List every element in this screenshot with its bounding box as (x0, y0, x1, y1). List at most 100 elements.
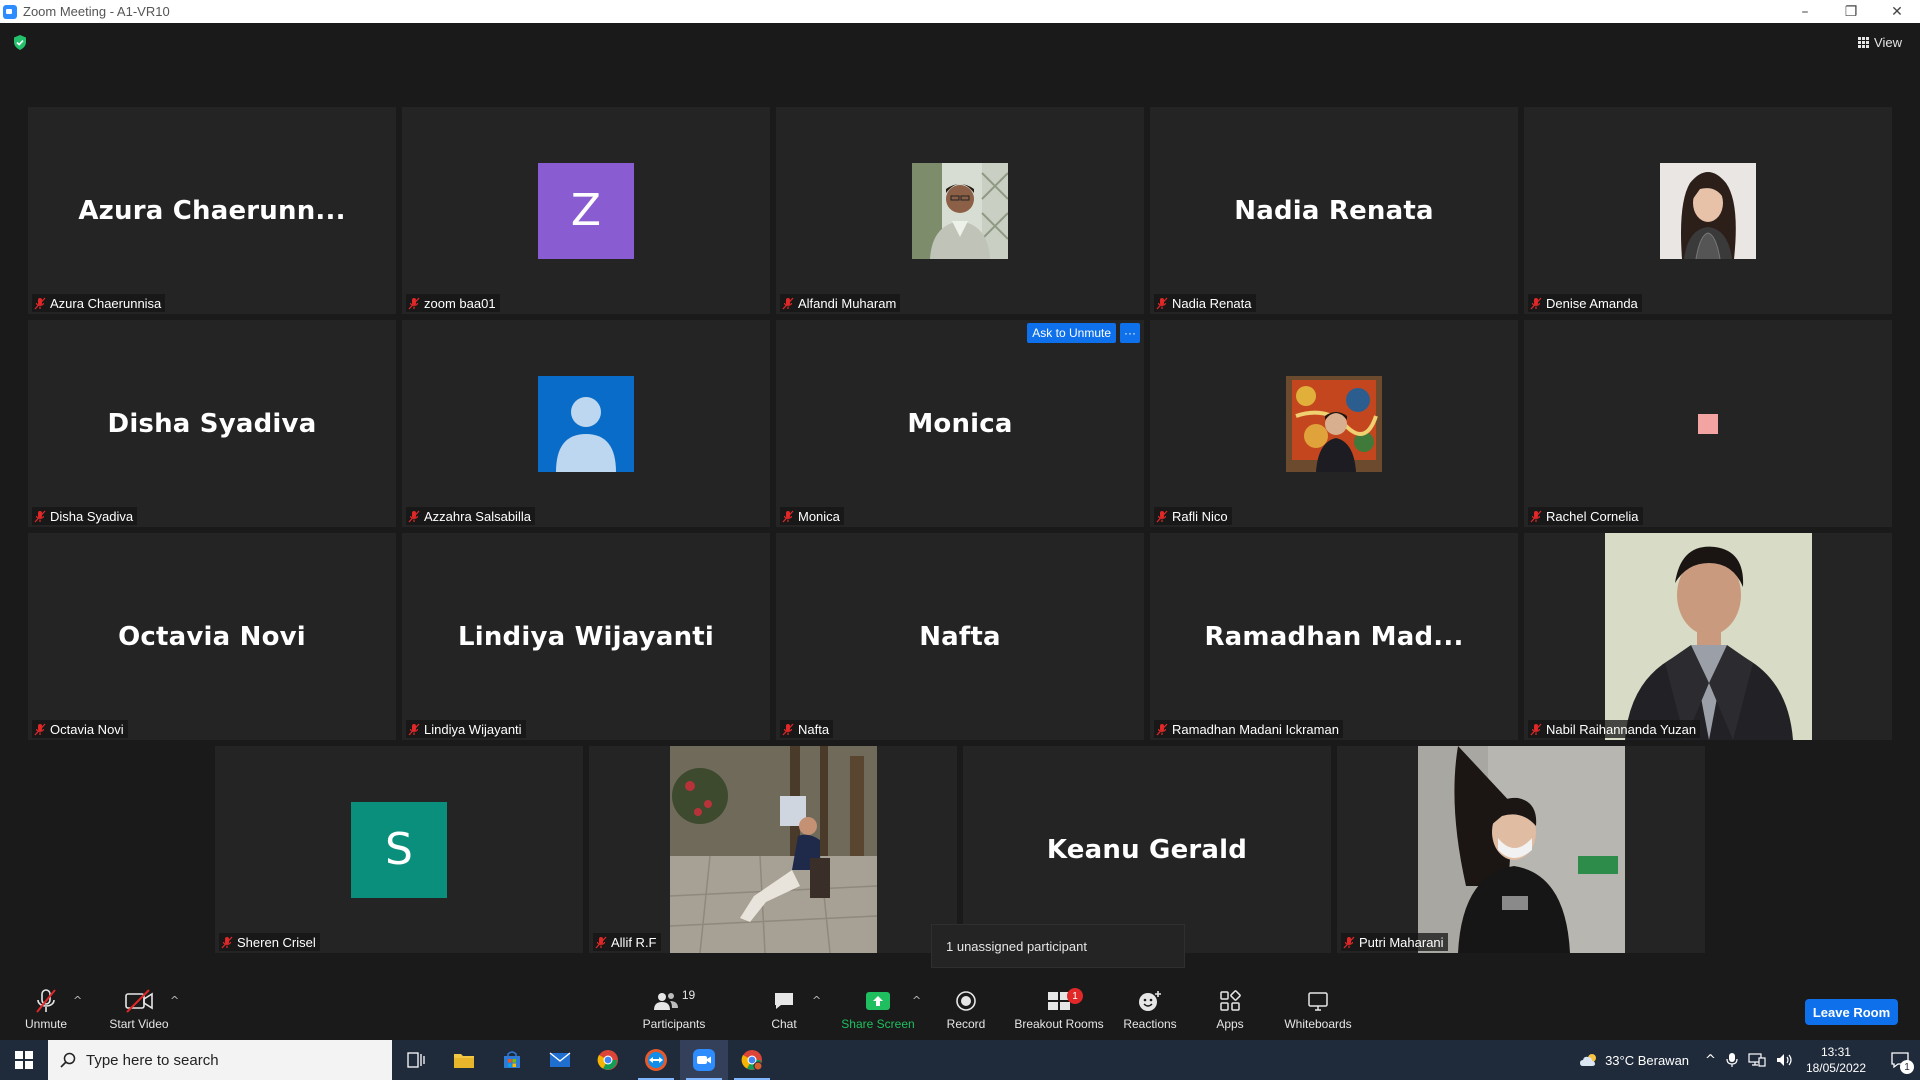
participant-label: Lindiya Wijayanti (406, 720, 526, 738)
participant-label: Azzahra Salsabilla (406, 507, 535, 525)
participant-display-name: Monica (907, 408, 1013, 439)
whiteboards-button[interactable]: Whiteboards (1282, 980, 1354, 1040)
mic-muted-icon (408, 510, 420, 522)
video-tile[interactable]: Monica Ask to Unmute ··· Monica (776, 320, 1144, 527)
video-tile[interactable]: Nafta Nafta (776, 533, 1144, 740)
participant-label: Sheren Crisel (219, 933, 320, 951)
clock-time: 13:31 (1820, 1045, 1851, 1059)
clock-date: 18/05/2022 (1805, 1061, 1866, 1075)
reactions-button[interactable]: Reactions (1118, 980, 1182, 1040)
participant-name: Nabil Raihannanda Yuzan (1546, 721, 1697, 737)
mic-muted-icon (595, 936, 607, 948)
close-button[interactable]: ✕ (1874, 0, 1920, 23)
participant-display-name: Lindiya Wijayanti (457, 621, 715, 652)
window-title: Zoom Meeting - A1-VR10 (23, 4, 170, 19)
more-options-button[interactable]: ··· (1120, 323, 1140, 343)
participant-label: Ramadhan Madani Ickraman (1154, 720, 1343, 738)
restore-button[interactable]: ❐ (1828, 0, 1874, 23)
start-video-button[interactable]: Start Video (104, 980, 174, 1040)
minimize-button[interactable]: – (1782, 0, 1828, 23)
unmute-button[interactable]: Unmute (20, 980, 72, 1040)
breakout-rooms-icon: 1 (1047, 988, 1083, 1014)
video-tile[interactable]: Rachel Cornelia (1524, 320, 1892, 527)
network-icon[interactable] (1748, 1053, 1766, 1067)
video-tile[interactable]: Z zoom baa01 (402, 107, 770, 314)
microphone-icon[interactable] (1726, 1052, 1738, 1068)
video-tile[interactable]: Keanu Gerald (963, 746, 1331, 953)
participant-name: Denise Amanda (1546, 295, 1638, 311)
mail-icon[interactable] (536, 1040, 584, 1080)
video-tile[interactable]: Alfandi Muharam (776, 107, 1144, 314)
windows-start-button[interactable] (0, 1040, 48, 1080)
profile-photo (1286, 375, 1382, 472)
video-tile[interactable]: Nabil Raihannanda Yuzan (1524, 533, 1892, 740)
microsoft-store-icon[interactable] (488, 1040, 536, 1080)
file-explorer-icon[interactable] (440, 1040, 488, 1080)
video-tile[interactable]: Allif R.F (589, 746, 957, 953)
participants-button[interactable]: 19 Participants (636, 980, 712, 1040)
weather-cloud-icon[interactable] (1579, 1052, 1599, 1068)
participant-display-name: Octavia Novi (118, 621, 306, 652)
leave-room-button[interactable]: Leave Room (1805, 999, 1898, 1025)
security-shield-icon[interactable] (13, 35, 27, 50)
video-tile[interactable]: Rafli Nico (1150, 320, 1518, 527)
record-button[interactable]: Record (940, 980, 992, 1040)
teamviewer-icon[interactable] (632, 1040, 680, 1080)
participant-video (1605, 533, 1812, 740)
avatar: S (351, 801, 447, 898)
breakout-rooms-button[interactable]: 1 Breakout Rooms (1014, 980, 1104, 1040)
share-screen-button[interactable]: Share Screen (838, 980, 918, 1040)
participant-label: Putri Maharani (1341, 933, 1448, 951)
video-off-icon (124, 988, 154, 1014)
avatar (1698, 413, 1718, 434)
video-options-caret[interactable]: ^ (170, 994, 179, 1007)
participant-name: Sheren Crisel (237, 934, 316, 950)
volume-icon[interactable] (1776, 1053, 1794, 1067)
video-tile[interactable]: Lindiya Wijayanti Lindiya Wijayanti (402, 533, 770, 740)
profile-photo (912, 162, 1008, 259)
weather-text[interactable]: 33°C Berawan (1605, 1053, 1689, 1068)
video-tile[interactable]: Ramadhan Mad... Ramadhan Madani Ickraman (1150, 533, 1518, 740)
taskbar-clock[interactable]: 13:31 18/05/2022 (1806, 1044, 1866, 1076)
chrome-profile-icon[interactable] (728, 1040, 776, 1080)
video-tile[interactable]: Putri Maharani (1337, 746, 1705, 953)
audio-options-caret[interactable]: ^ (73, 994, 82, 1007)
participant-label: Nafta (780, 720, 834, 738)
chat-options-caret[interactable]: ^ (812, 994, 821, 1007)
share-screen-label: Share Screen (841, 1017, 915, 1031)
record-icon (955, 988, 977, 1014)
video-tile[interactable]: Octavia Novi Octavia Novi (28, 533, 396, 740)
video-tile[interactable]: S Sheren Crisel (215, 746, 583, 953)
default-avatar-icon (538, 375, 634, 472)
apps-button[interactable]: Apps (1210, 980, 1250, 1040)
share-options-caret[interactable]: ^ (912, 994, 921, 1007)
view-button[interactable]: View (1858, 35, 1902, 50)
video-tile[interactable]: Disha Syadiva Disha Syadiva (28, 320, 396, 527)
zoom-taskbar-icon[interactable] (680, 1040, 728, 1080)
notification-badge: 1 (1900, 1060, 1914, 1074)
participant-label: Nabil Raihannanda Yuzan (1528, 720, 1701, 738)
participant-label: Disha Syadiva (32, 507, 138, 525)
mic-muted-icon (782, 510, 794, 522)
notification-center-button[interactable]: 1 (1880, 1040, 1920, 1080)
apps-icon (1219, 988, 1241, 1014)
chrome-icon[interactable] (584, 1040, 632, 1080)
mic-muted-icon (1156, 723, 1168, 735)
video-tile[interactable]: Azura Chaerunn... Azura Chaerunnisa (28, 107, 396, 314)
unassigned-participant-tooltip[interactable]: 1 unassigned participant (931, 924, 1185, 968)
mic-muted-icon (1156, 297, 1168, 309)
video-tile[interactable]: Nadia Renata Nadia Renata (1150, 107, 1518, 314)
participant-name: Lindiya Wijayanti (424, 721, 522, 737)
windows-logo-icon (15, 1051, 33, 1069)
chat-button[interactable]: Chat (764, 980, 804, 1040)
video-tile[interactable]: Denise Amanda (1524, 107, 1892, 314)
ask-to-unmute-button[interactable]: Ask to Unmute (1027, 323, 1116, 343)
record-label: Record (946, 1017, 986, 1031)
task-view-icon[interactable] (392, 1040, 440, 1080)
taskbar-search[interactable]: Type here to search (48, 1040, 392, 1080)
participant-label: Denise Amanda (1528, 294, 1642, 312)
participant-name: Rafli Nico (1172, 508, 1228, 524)
tray-expand-chevron[interactable]: ^ (1705, 1053, 1716, 1068)
video-tile[interactable]: Azzahra Salsabilla (402, 320, 770, 527)
system-tray: 33°C Berawan ^ 13:31 18/05/2022 1 (1579, 1040, 1920, 1080)
